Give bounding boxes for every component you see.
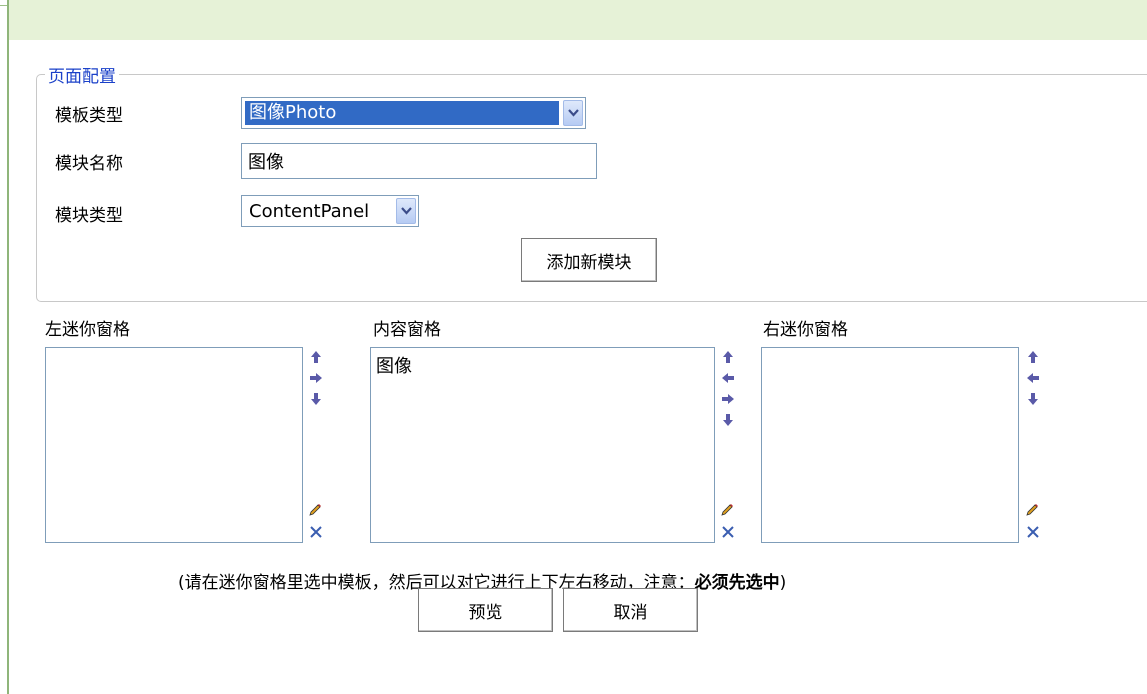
move-down-arrow-icon[interactable] bbox=[309, 392, 323, 406]
pencil-icon[interactable] bbox=[1025, 503, 1039, 517]
delete-x-icon[interactable] bbox=[1026, 525, 1040, 539]
move-down-arrow-icon[interactable] bbox=[1026, 392, 1040, 406]
top-header-band bbox=[9, 0, 1147, 40]
module-type-label: 模块类型 bbox=[55, 206, 123, 226]
move-left-arrow-icon[interactable] bbox=[721, 371, 735, 385]
left-frame-border bbox=[7, 0, 9, 694]
module-name-input[interactable] bbox=[241, 143, 597, 179]
cancel-button[interactable]: 取消 bbox=[563, 588, 698, 632]
left-frame-tick bbox=[0, 0, 7, 6]
hint-suffix: ) bbox=[779, 573, 787, 593]
template-type-select[interactable]: 图像Photo bbox=[241, 97, 586, 129]
move-right-arrow-icon[interactable] bbox=[309, 371, 323, 385]
move-right-arrow-icon[interactable] bbox=[721, 392, 735, 406]
chevron-down-icon bbox=[567, 109, 579, 117]
module-name-label: 模块名称 bbox=[55, 154, 123, 174]
delete-x-icon[interactable] bbox=[721, 525, 735, 539]
page-config-legend: 页面配置 bbox=[48, 67, 116, 87]
list-item[interactable]: 图像 bbox=[376, 352, 709, 378]
move-up-arrow-icon[interactable] bbox=[1026, 350, 1040, 364]
template-type-label: 模板类型 bbox=[55, 106, 123, 126]
content-pane-listbox[interactable]: 图像 bbox=[370, 347, 715, 543]
right-pane-listbox[interactable] bbox=[761, 347, 1019, 543]
right-pane-title: 右迷你窗格 bbox=[763, 320, 848, 340]
left-pane-title: 左迷你窗格 bbox=[45, 320, 130, 340]
move-down-arrow-icon[interactable] bbox=[721, 413, 735, 427]
pencil-icon[interactable] bbox=[720, 503, 734, 517]
template-type-dropdown-button[interactable] bbox=[563, 100, 583, 126]
module-type-selected-value: ContentPanel bbox=[249, 200, 370, 222]
move-up-arrow-icon[interactable] bbox=[721, 350, 735, 364]
add-new-module-button[interactable]: 添加新模块 bbox=[521, 238, 657, 282]
template-type-selected-value: 图像Photo bbox=[245, 101, 559, 125]
hint-emphasis: 必须先选中 bbox=[694, 573, 780, 593]
content-pane-title: 内容窗格 bbox=[373, 320, 441, 340]
pencil-icon[interactable] bbox=[308, 503, 322, 517]
chevron-down-icon bbox=[400, 207, 412, 215]
left-pane-listbox[interactable] bbox=[45, 347, 303, 543]
move-up-arrow-icon[interactable] bbox=[309, 350, 323, 364]
module-type-dropdown-button[interactable] bbox=[396, 198, 416, 224]
module-type-select[interactable]: ContentPanel bbox=[241, 195, 419, 227]
delete-x-icon[interactable] bbox=[309, 525, 323, 539]
move-left-arrow-icon[interactable] bbox=[1026, 371, 1040, 385]
preview-button[interactable]: 预览 bbox=[418, 588, 553, 632]
